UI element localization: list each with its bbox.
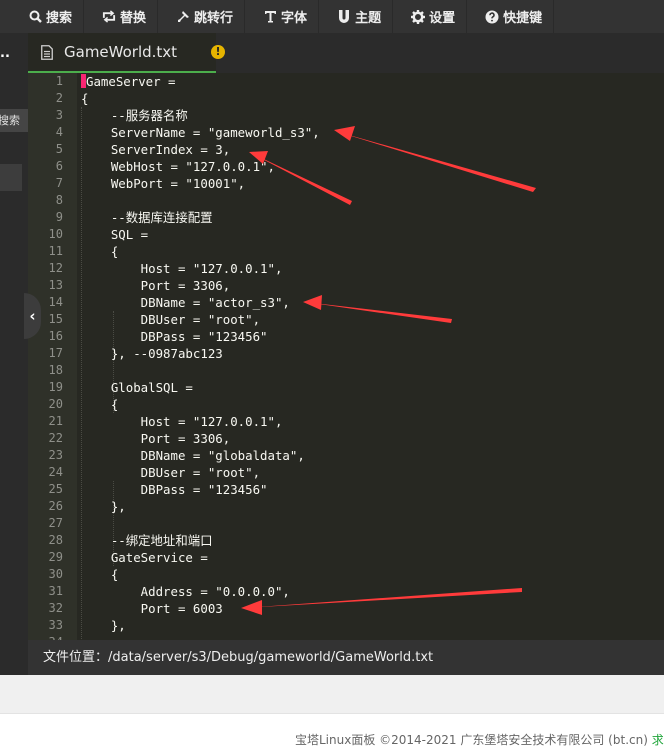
code-line[interactable]: Host = "127.0.0.1", xyxy=(81,413,283,430)
code-line[interactable]: DBUser = "root", xyxy=(81,311,260,328)
line-number: 7 xyxy=(55,176,63,190)
page-band xyxy=(0,675,664,714)
line-number: 6 xyxy=(55,159,63,173)
line-number: 31 xyxy=(48,584,63,598)
code-line[interactable]: Address = "0.0.0.0", xyxy=(81,583,290,600)
line-number: 33 xyxy=(48,618,63,632)
line-number: 26 xyxy=(48,499,63,513)
line-number: 18 xyxy=(48,363,63,377)
code-line[interactable]: SQL = xyxy=(81,226,148,243)
settings-label: 设置 xyxy=(429,11,456,26)
copyright-text: 宝塔Linux面板 ©2014-2021 广东堡塔安全技术有限公司 (bt.cn… xyxy=(295,733,648,747)
theme-label: 主题 xyxy=(355,11,382,26)
code-line[interactable]: }, xyxy=(81,498,126,515)
code-line[interactable]: GateService = xyxy=(81,549,208,566)
line-number-gutter: 1 2 3 4 5 6 7 8 9 10 11 12 13 14 15 16 17 18 19 20 21 22 23 24 2… xyxy=(28,73,77,640)
code-line[interactable]: DBUser = "root", xyxy=(81,464,260,481)
font-button[interactable]: 字体 xyxy=(245,0,320,33)
file-tree-panel: .. 搜索 xyxy=(0,33,28,675)
tab-bar: GameWorld.txt ! xyxy=(28,33,664,73)
line-number: 1 xyxy=(55,74,63,88)
unsaved-warning-icon: ! xyxy=(211,45,225,59)
font-icon xyxy=(263,10,277,24)
line-number: 3 xyxy=(55,108,63,122)
code-line[interactable]: DBPass = "123456" xyxy=(81,481,268,498)
line-number: 2 xyxy=(55,91,63,105)
line-number: 29 xyxy=(48,550,63,564)
line-number: 20 xyxy=(48,397,63,411)
code-line[interactable]: --服务器名称 xyxy=(81,107,188,124)
line-number: 8 xyxy=(55,193,63,207)
line-number: 25 xyxy=(48,482,63,496)
code-line[interactable]: }, --0987abc123 xyxy=(81,345,223,362)
help-icon xyxy=(485,10,499,24)
shortcuts-label: 快捷键 xyxy=(503,11,543,26)
theme-button[interactable]: 主题 xyxy=(319,0,394,33)
code-line[interactable]: { xyxy=(81,566,118,583)
code-line[interactable]: Port = 3306, xyxy=(81,277,231,294)
file-icon xyxy=(41,44,53,60)
editor-toolbar: 搜索 替换 跳转行 字体 主题 设置 快捷键 xyxy=(0,0,664,33)
file-path-bar: 文件位置：/data/server/s3/Debug/gameworld/Gam… xyxy=(28,640,664,675)
code-line[interactable]: DBName = "globaldata", xyxy=(81,447,305,464)
replace-label: 替换 xyxy=(120,11,147,26)
code-line[interactable]: WebHost = "127.0.0.1", xyxy=(81,158,275,175)
font-label: 字体 xyxy=(281,11,308,26)
file-tree-title: .. xyxy=(0,46,10,61)
code-line[interactable]: DBPass = "123456" xyxy=(81,328,268,345)
shortcuts-button[interactable]: 快捷键 xyxy=(467,0,555,33)
code-line[interactable]: GlobalSQL = xyxy=(81,379,193,396)
file-tree-search-button[interactable]: 搜索 xyxy=(0,109,28,132)
code-line[interactable]: }, xyxy=(81,617,126,634)
line-number: 5 xyxy=(55,142,63,156)
settings-button[interactable]: 设置 xyxy=(393,0,468,33)
line-number: 27 xyxy=(48,516,63,530)
code-line[interactable]: DBName = "actor_s3", xyxy=(81,294,290,311)
code-line[interactable]: GameServer = xyxy=(86,73,176,90)
help-link[interactable]: 求助 xyxy=(652,733,664,747)
line-number: 24 xyxy=(48,465,63,479)
pin-icon xyxy=(176,10,190,24)
line-number: 4 xyxy=(55,125,63,139)
code-line[interactable]: WebPort = "10001", xyxy=(81,175,245,192)
line-number: 10 xyxy=(48,227,63,241)
goto-line-label: 跳转行 xyxy=(194,11,234,26)
tab-gameworld[interactable]: GameWorld.txt ! xyxy=(28,33,225,73)
line-number: 22 xyxy=(48,431,63,445)
page-footer: 宝塔Linux面板 ©2014-2021 广东堡塔安全技术有限公司 (bt.cn… xyxy=(295,731,664,748)
theme-icon xyxy=(337,10,351,24)
code-line[interactable]: Port = 6003 xyxy=(81,600,223,617)
line-number: 32 xyxy=(48,601,63,615)
line-number: 21 xyxy=(48,414,63,428)
line-number: 30 xyxy=(48,567,63,581)
replace-icon xyxy=(102,10,116,24)
code-line[interactable]: { xyxy=(81,90,88,107)
code-editor[interactable]: 1 2 3 4 5 6 7 8 9 10 11 12 13 14 15 16 17 18 19 20 21 22 23 24 2… xyxy=(28,73,664,640)
line-number: 17 xyxy=(48,346,63,360)
search-icon xyxy=(28,10,42,24)
code-line[interactable]: { xyxy=(81,396,118,413)
code-line[interactable]: --数据库连接配置 xyxy=(81,209,213,226)
code-line[interactable]: --绑定地址和端口 xyxy=(81,532,213,549)
file-tree-selected-item[interactable] xyxy=(0,164,22,191)
code-line[interactable]: { xyxy=(81,243,118,260)
line-number: 9 xyxy=(55,210,63,224)
code-line[interactable]: Port = 3306, xyxy=(81,430,231,447)
replace-button[interactable]: 替换 xyxy=(84,0,159,33)
search-button[interactable]: 搜索 xyxy=(0,0,85,33)
line-number: 12 xyxy=(48,261,63,275)
line-number: 11 xyxy=(48,244,63,258)
code-line[interactable]: ServerIndex = 3, xyxy=(81,141,230,158)
goto-line-button[interactable]: 跳转行 xyxy=(158,0,246,33)
code-line[interactable]: ServerName = "gameworld_s3", xyxy=(81,124,320,141)
line-number: 23 xyxy=(48,448,63,462)
line-number: 13 xyxy=(48,278,63,292)
code-line[interactable]: Host = "127.0.0.1", xyxy=(81,260,283,277)
search-label: 搜索 xyxy=(46,11,73,26)
line-number: 28 xyxy=(48,533,63,547)
tab-title: GameWorld.txt xyxy=(64,43,178,61)
gear-icon xyxy=(411,9,426,24)
line-number: 19 xyxy=(48,380,63,394)
